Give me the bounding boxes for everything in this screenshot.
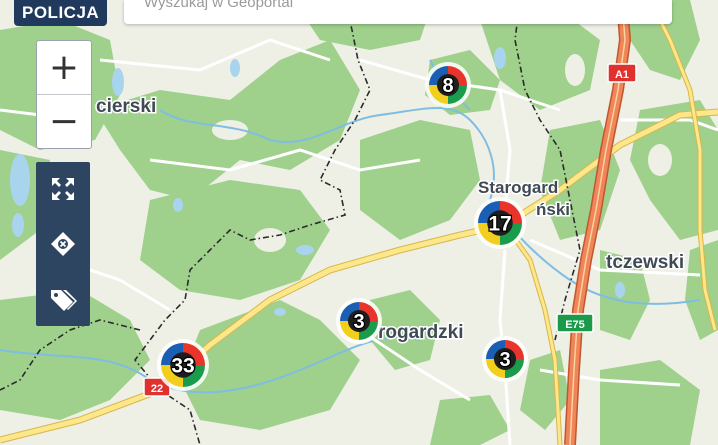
tags-icon[interactable] bbox=[48, 284, 78, 314]
cluster-3-east-marker[interactable]: 3 bbox=[482, 336, 528, 382]
svg-text:A1: A1 bbox=[615, 69, 629, 81]
svg-text:E75: E75 bbox=[565, 319, 585, 331]
cluster-17-marker[interactable]: 17 bbox=[474, 197, 526, 249]
svg-text:22: 22 bbox=[151, 383, 163, 395]
cluster-8-count: 8 bbox=[442, 75, 453, 97]
locate-icon[interactable] bbox=[48, 229, 78, 259]
map-canvas[interactable]: cierski Starogard ński tczewski rogardzk… bbox=[0, 0, 718, 445]
zoom-in-button[interactable]: + bbox=[37, 41, 91, 94]
cluster-33-count: 33 bbox=[171, 355, 194, 378]
policja-logo-badge: POLICJA bbox=[14, 0, 108, 26]
cluster-33-marker[interactable]: 33 bbox=[157, 339, 209, 391]
cluster-17-count: 17 bbox=[488, 213, 511, 236]
place-label-koscierski: cierski bbox=[96, 96, 156, 117]
place-label-starogard: Starogard bbox=[478, 178, 558, 197]
place-label-tczewski: tczewski bbox=[606, 252, 684, 273]
road-shield-a1: A1 bbox=[607, 63, 637, 83]
cluster-3-east-count: 3 bbox=[499, 349, 510, 371]
search-bar[interactable] bbox=[124, 0, 672, 24]
cluster-3-west-count: 3 bbox=[353, 311, 364, 333]
place-label-starogardzki: rogardzki bbox=[378, 322, 464, 343]
zoom-out-button[interactable]: − bbox=[37, 94, 91, 148]
zoom-control: + − bbox=[36, 40, 92, 149]
place-label-starogard-2: ński bbox=[536, 200, 570, 219]
road-shield-e75: E75 bbox=[556, 313, 594, 333]
fullscreen-icon[interactable] bbox=[48, 174, 78, 204]
cluster-3-west-marker[interactable]: 3 bbox=[336, 298, 382, 344]
map-tools-panel bbox=[36, 162, 90, 326]
search-input[interactable] bbox=[124, 0, 672, 10]
cluster-8-marker[interactable]: 8 bbox=[425, 62, 471, 108]
